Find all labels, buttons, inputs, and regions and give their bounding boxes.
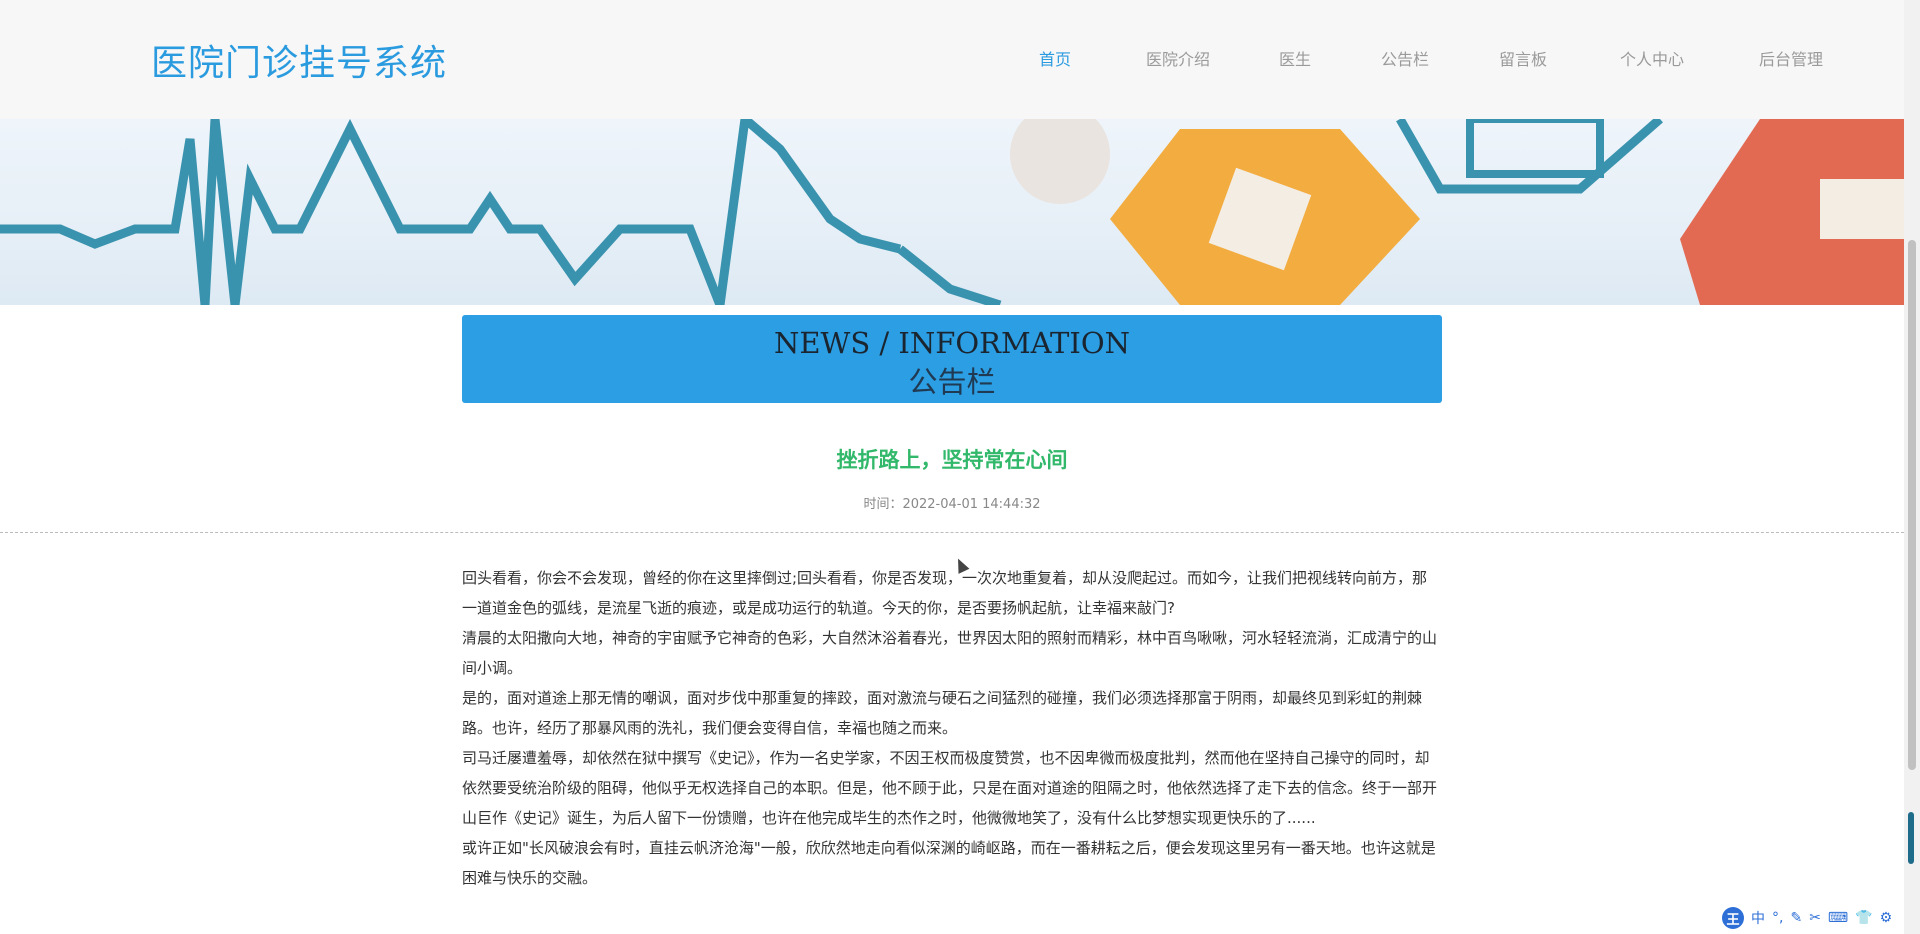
nav-item-message-board[interactable]: 留言板 bbox=[1499, 46, 1547, 70]
scissors-icon[interactable]: ✂ bbox=[1809, 910, 1821, 926]
article-time: 时间：2022-04-01 14:44:32 bbox=[863, 497, 1041, 512]
pen-icon[interactable]: ✎ bbox=[1790, 910, 1802, 926]
article-paragraph: 司马迁屡遭羞辱，却依然在狱中撰写《史记》，作为一名史学家，不因王权而极度赞赏，也… bbox=[462, 749, 1438, 827]
divider bbox=[0, 532, 1904, 533]
article-paragraph: 清晨的太阳撒向大地，神奇的宇宙赋予它神奇的色彩，大自然沐浴着春光，世界因太阳的照… bbox=[462, 629, 1438, 677]
shirt-icon[interactable]: 👕 bbox=[1855, 910, 1872, 926]
nav-item-admin[interactable]: 后台管理 bbox=[1759, 46, 1823, 70]
nav-item-doctors[interactable]: 医生 bbox=[1279, 46, 1311, 70]
gear-icon[interactable]: ⚙ bbox=[1880, 910, 1893, 926]
ime-toolbar: 王 中 °, ✎ ✂ ⌨ 👕 ⚙ bbox=[1722, 906, 1910, 930]
keyboard-icon[interactable]: ⌨ bbox=[1828, 910, 1848, 926]
site-header: 医院门诊挂号系统 首页 医院介绍 医生 公告栏 留言板 个人中心 后台管理 bbox=[0, 0, 1904, 119]
section-title-cn: 公告栏 bbox=[908, 365, 996, 399]
nav-item-home[interactable]: 首页 bbox=[1039, 46, 1071, 70]
heartbeat-graphic bbox=[0, 119, 1904, 305]
scrollbar-thumb[interactable] bbox=[1908, 240, 1916, 770]
article-paragraph: 回头看看，你会不会发现，曾经的你在这里摔倒过;回头看看，你是否发现，一次次地重复… bbox=[462, 569, 1428, 617]
nav-item-hospital-intro[interactable]: 医院介绍 bbox=[1146, 46, 1210, 70]
punctuation-icon[interactable]: °, bbox=[1772, 910, 1783, 926]
nav-item-personal-center[interactable]: 个人中心 bbox=[1620, 46, 1684, 70]
ime-mode-toggle[interactable]: 中 bbox=[1751, 908, 1765, 928]
article-paragraph: 是的，面对道途上那无情的嘲讽，面对步伐中那重复的摔跤，面对激流与硬石之间猛烈的碰… bbox=[462, 689, 1423, 737]
section-title-bar: NEWS / INFORMATION 公告栏 bbox=[462, 315, 1442, 403]
ime-logo-icon[interactable]: 王 bbox=[1722, 907, 1744, 929]
banner-image bbox=[0, 119, 1904, 305]
section-title-en: NEWS / INFORMATION bbox=[774, 326, 1130, 360]
page-scrollbar[interactable] bbox=[1904, 0, 1920, 934]
nav-item-notice-board[interactable]: 公告栏 bbox=[1381, 46, 1429, 70]
main-nav: 首页 医院介绍 医生 公告栏 留言板 个人中心 后台管理 bbox=[0, 46, 1904, 70]
thermometer-icon bbox=[1908, 812, 1914, 864]
article-title: 挫折路上，坚持常在心间 bbox=[836, 448, 1068, 472]
article-paragraph: 或许正如"长风破浪会有时，直挂云帆济沧海"一般，欣欣然地走向看似深渊的崎岖路，而… bbox=[462, 839, 1436, 887]
article-body: 回头看看，你会不会发现，曾经的你在这里摔倒过;回头看看，你是否发现，一次次地重复… bbox=[462, 563, 1442, 893]
